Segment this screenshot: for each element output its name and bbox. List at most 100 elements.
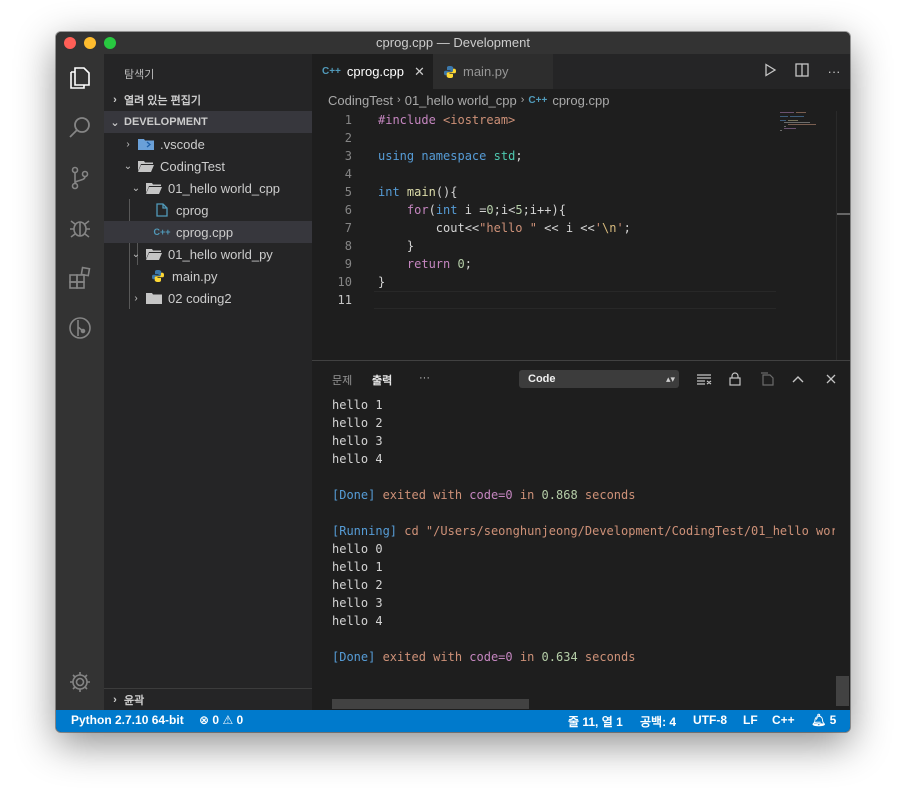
vscode-window: cprog.cpp — Development 탐색기 › 열려 있는 편집기 — [56, 32, 850, 732]
tab-output[interactable]: 출력 — [372, 372, 392, 388]
notifications[interactable]: 🔔︎ 5 — [811, 713, 836, 727]
output-channel-select[interactable]: Code ▴▾ — [519, 370, 679, 388]
indentation[interactable]: 공백: 4 — [640, 713, 676, 730]
breadcrumb-item[interactable]: CodingTest — [328, 93, 393, 108]
tree-item-cprog[interactable]: cprog — [104, 199, 312, 221]
python-interpreter[interactable]: Python 2.7.10 64-bit — [71, 713, 184, 727]
exit-code: code=0 — [469, 650, 513, 664]
tab-main-py[interactable]: main.py — [433, 54, 553, 89]
tab-cprog-cpp[interactable]: C++ cprog.cpp ✕ — [312, 54, 433, 89]
end-of-line[interactable]: LF — [743, 713, 758, 727]
outline-section[interactable]: › 윤곽 — [104, 688, 312, 710]
output-line: [Done] exited with code=0 in 0.634 secon… — [332, 648, 635, 666]
outline-label: 윤곽 — [124, 694, 145, 707]
code-token: ;i++){ — [522, 203, 566, 217]
output-line: hello 2 — [332, 416, 383, 430]
cpp-file-icon: C++ — [322, 66, 341, 77]
gitlens-icon[interactable] — [56, 304, 104, 352]
workspace-section[interactable]: ⌄ DEVELOPMENT — [104, 111, 312, 133]
tree-item-label: .vscode — [160, 136, 205, 152]
status-bar: Python 2.7.10 64-bit ⊗ 0 ⚠ 0 줄 11, 열 1 공… — [56, 710, 850, 732]
tab-problems[interactable]: 문제 — [332, 372, 352, 388]
more-actions-icon[interactable]: ··· — [818, 64, 850, 79]
code-token: i = — [457, 203, 487, 217]
elapsed-time: 0.634 — [541, 650, 578, 664]
exit-code: code=0 — [469, 488, 513, 502]
breadcrumb-item[interactable]: cprog.cpp — [552, 93, 609, 108]
lock-icon[interactable] — [726, 370, 744, 388]
open-editors-section[interactable]: › 열려 있는 편집기 — [104, 89, 312, 111]
output-panel: 문제 출력 ··· Code ▴▾ hello 1 hello 2 hello … — [312, 360, 850, 710]
problems-summary[interactable]: ⊗ 0 ⚠ 0 — [199, 713, 243, 727]
output-text[interactable]: hello 1 hello 2 hello 3 hello 4 [Done] e… — [312, 396, 835, 711]
code-token: ; — [515, 149, 523, 163]
code-token: 5 — [515, 203, 523, 217]
run-icon[interactable] — [754, 63, 786, 80]
error-count: 0 — [212, 713, 220, 727]
tree-item-label: CodingTest — [160, 158, 226, 174]
settings-gear-icon[interactable] — [56, 658, 104, 706]
elapsed-time: 0.868 — [541, 488, 578, 502]
search-icon[interactable] — [56, 104, 104, 152]
window-title: cprog.cpp — Development — [376, 35, 530, 50]
cpp-file-icon: C++ — [528, 94, 548, 106]
tree-item-hello-world-py[interactable]: ⌄ 01_hello world_py — [104, 243, 312, 265]
editor-scrollbar[interactable] — [836, 111, 850, 360]
minimap[interactable] — [776, 111, 836, 171]
channel-label: Code — [528, 373, 556, 385]
folder-open-icon — [144, 248, 164, 260]
tree-item-codingtest[interactable]: ⌄ CodingTest — [104, 155, 312, 177]
output-text-span: exited with — [375, 650, 470, 664]
editor-actions: ··· — [754, 54, 850, 89]
cursor-position[interactable]: 줄 11, 열 1 — [568, 713, 623, 730]
current-line-highlight — [374, 291, 776, 309]
tree-item-vscode[interactable]: › .vscode — [104, 133, 312, 155]
folder-open-icon — [136, 160, 156, 172]
output-text-span: seconds — [577, 488, 636, 502]
source-control-icon[interactable] — [56, 154, 104, 202]
code-token: \n — [601, 221, 617, 235]
close-icon[interactable]: ✕ — [414, 64, 425, 80]
maximize-panel-icon[interactable] — [789, 370, 807, 388]
line-number: 3 — [344, 149, 352, 163]
output-text-span: exited with — [375, 488, 470, 502]
line-number: 10 — [337, 275, 352, 289]
output-horizontal-scrollbar[interactable] — [332, 699, 529, 709]
chevron-right-icon: › — [113, 693, 117, 706]
warning-icon: ⚠ — [222, 713, 234, 727]
file-icon — [152, 203, 172, 217]
explorer-icon[interactable] — [56, 54, 104, 102]
folder-open-icon — [144, 182, 164, 194]
language-mode[interactable]: C++ — [772, 713, 795, 727]
notification-count: 5 — [829, 713, 837, 727]
open-log-icon[interactable] — [758, 370, 776, 388]
code-token: namespace — [421, 149, 487, 163]
debug-icon[interactable] — [56, 204, 104, 252]
chevron-right-icon: › — [113, 94, 117, 106]
error-icon: ⊗ — [199, 713, 210, 727]
tree-item-cprog-cpp[interactable]: C++ cprog.cpp — [104, 221, 312, 243]
code-editor[interactable]: 1 #include <iostream> 2 3 using namespace … — [312, 111, 850, 360]
code-token: std — [493, 149, 516, 163]
extensions-icon[interactable] — [56, 254, 104, 302]
code-token: for — [406, 203, 429, 217]
close-panel-icon[interactable] — [822, 370, 840, 388]
workspace-label: DEVELOPMENT — [124, 116, 208, 128]
tab-label: main.py — [463, 64, 509, 79]
code-token: ; — [464, 257, 472, 271]
encoding[interactable]: UTF-8 — [693, 713, 727, 727]
code-token: ( — [428, 203, 436, 217]
clear-output-icon[interactable] — [695, 370, 713, 388]
output-text-span: in — [512, 650, 542, 664]
tree-item-hello-world-cpp[interactable]: ⌄ 01_hello world_cpp — [104, 177, 312, 199]
explorer-sidebar: 탐색기 › 열려 있는 편집기 ⌄ DEVELOPMENT › .vscode … — [104, 54, 312, 710]
code-token: #include — [378, 113, 436, 127]
tree-item-main-py[interactable]: main.py — [104, 265, 312, 287]
split-editor-icon[interactable] — [786, 63, 818, 80]
breadcrumb-item[interactable]: 01_hello world_cpp — [405, 93, 517, 108]
line-number: 5 — [344, 185, 352, 199]
line-number: 7 — [344, 221, 352, 235]
more-tabs-icon[interactable]: ··· — [419, 372, 430, 384]
output-vertical-scrollbar[interactable] — [835, 396, 850, 711]
tree-item-coding2[interactable]: › 02 coding2 — [104, 287, 312, 309]
